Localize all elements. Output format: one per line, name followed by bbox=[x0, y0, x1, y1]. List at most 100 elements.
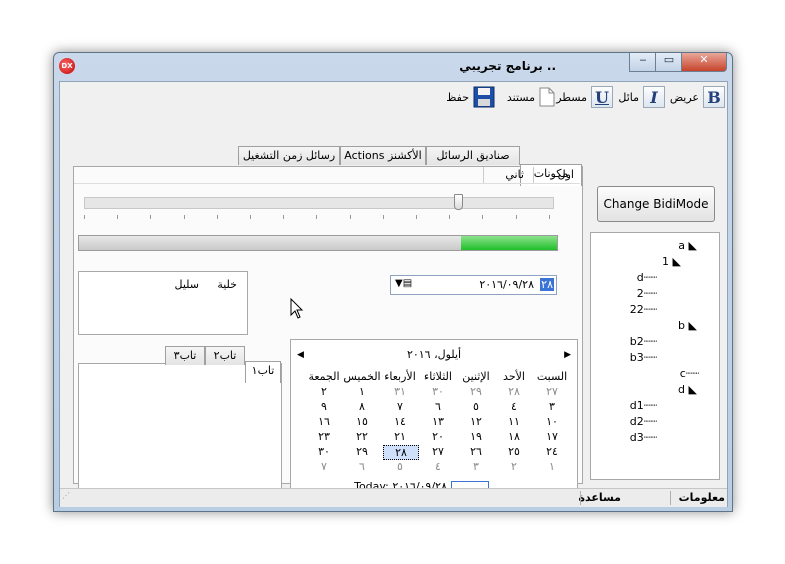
calendar-day[interactable]: ٢٣ bbox=[305, 430, 343, 443]
tab-message-boxes[interactable]: صناديق الرسائل bbox=[426, 146, 520, 165]
tree-item[interactable]: d3┈┈ bbox=[630, 431, 657, 444]
slider-tick bbox=[84, 215, 85, 219]
status-info: معلومات bbox=[678, 491, 725, 504]
italic-button[interactable]: مائل I bbox=[614, 86, 665, 108]
calendar-day[interactable]: ٢٥ bbox=[495, 445, 533, 458]
calendar-day[interactable]: ١٨ bbox=[495, 430, 533, 443]
calendar-day[interactable]: ٢٨ bbox=[383, 445, 419, 460]
slider-tick bbox=[283, 215, 285, 219]
slider-track[interactable] bbox=[84, 197, 554, 209]
bold-icon: B bbox=[703, 86, 725, 108]
calendar-day[interactable]: ٣٠ bbox=[419, 385, 457, 398]
size-grip-icon[interactable]: ⋰ bbox=[62, 491, 70, 500]
slider-tick bbox=[416, 215, 417, 219]
calendar-day[interactable]: ١١ bbox=[495, 415, 533, 428]
inner-tab-3[interactable]: تاب٣ bbox=[165, 346, 205, 365]
progress-fill bbox=[461, 236, 557, 250]
calendar-day[interactable]: ٣١ bbox=[381, 385, 419, 398]
list-box-item[interactable]: سليل bbox=[174, 278, 199, 291]
tree-view[interactable]: a ◣ 1 ◣ d┈┈ 2┈┈ 22┈┈ b ◣ b2┈┈ b3┈┈ c┈┈ d ◣ d1┈┈ d2┈… bbox=[590, 232, 720, 480]
calendar-day[interactable]: ٥ bbox=[457, 400, 495, 413]
document-label: مستند bbox=[506, 90, 535, 104]
calendar-day[interactable]: ١٣ bbox=[419, 415, 457, 428]
slider-tick bbox=[216, 215, 218, 219]
column-header-first[interactable]: اول bbox=[558, 168, 574, 181]
italic-label: مائل bbox=[618, 90, 639, 104]
calendar-day[interactable]: ٢٧ bbox=[419, 445, 457, 458]
calendar-month-title[interactable]: أيلول، ٢٠١٦ bbox=[291, 348, 577, 361]
slider-thumb[interactable] bbox=[454, 194, 463, 210]
tree-item[interactable]: d┈┈ bbox=[637, 271, 657, 284]
calendar-day[interactable]: ٦ bbox=[343, 460, 381, 473]
client-area: عريض B مائل I مسطر U مستند حفظ مكونات صن… bbox=[59, 81, 728, 507]
column-divider bbox=[483, 167, 484, 183]
tree-item[interactable]: b3┈┈ bbox=[630, 351, 657, 364]
calendar-day[interactable]: ٢٦ bbox=[457, 445, 495, 458]
month-calendar[interactable]: ◀ ▶ أيلول، ٢٠١٦ السبت الأحد الإثنين الثلاثا… bbox=[290, 339, 578, 499]
calendar-day[interactable]: ٢٠ bbox=[419, 430, 457, 443]
calendar-day[interactable]: ٤ bbox=[495, 400, 533, 413]
tree-item[interactable]: a ◣ bbox=[678, 239, 697, 252]
calendar-day[interactable]: ١٩ bbox=[457, 430, 495, 443]
calendar-day[interactable]: ١٤ bbox=[381, 415, 419, 428]
change-bidimode-button[interactable]: Change BidiMode bbox=[597, 186, 715, 222]
calendar-day[interactable]: ٣ bbox=[533, 400, 571, 413]
calendar-day[interactable]: ١٠ bbox=[533, 415, 571, 428]
list-box-item[interactable]: خلية bbox=[217, 278, 237, 291]
calendar-day[interactable]: ١ bbox=[343, 385, 381, 398]
calendar-day[interactable]: ١ bbox=[533, 460, 571, 473]
tree-item[interactable]: 2┈┈ bbox=[637, 287, 657, 300]
calendar-day[interactable]: ٩ bbox=[305, 400, 343, 413]
slider-tick bbox=[515, 215, 517, 219]
underline-button[interactable]: مسطر U bbox=[552, 86, 613, 108]
tree-item[interactable]: d1┈┈ bbox=[630, 399, 657, 412]
tree-item[interactable]: 22┈┈ bbox=[630, 303, 657, 316]
calendar-day[interactable]: ٢٤ bbox=[533, 445, 571, 458]
calendar-day[interactable]: ٧ bbox=[305, 460, 343, 473]
calendar-day[interactable]: ٢ bbox=[305, 385, 343, 398]
calendar-day[interactable]: ٥ bbox=[381, 460, 419, 473]
calendar-day[interactable]: ٢٨ bbox=[495, 385, 533, 398]
minimize-button[interactable]: ‒ bbox=[629, 53, 657, 72]
column-divider bbox=[533, 167, 534, 183]
list-box[interactable]: خلية سليل bbox=[78, 271, 248, 335]
calendar-day[interactable]: ٢٢ bbox=[343, 430, 381, 443]
calendar-day[interactable]: ٦ bbox=[419, 400, 457, 413]
close-button[interactable]: ✕ bbox=[681, 53, 727, 72]
calendar-day[interactable]: ٢١ bbox=[381, 430, 419, 443]
calendar-day[interactable]: ١٢ bbox=[457, 415, 495, 428]
tab-actions[interactable]: Actions الأكشنز bbox=[340, 146, 426, 165]
calendar-day[interactable]: ٢٩ bbox=[343, 445, 381, 458]
calendar-day[interactable]: ٢٧ bbox=[533, 385, 571, 398]
underline-icon: U bbox=[591, 86, 613, 108]
tree-item[interactable]: b2┈┈ bbox=[630, 335, 657, 348]
tree-item[interactable]: b ◣ bbox=[678, 319, 697, 332]
tree-item[interactable]: 1 ◣ bbox=[662, 255, 681, 268]
calendar-day[interactable]: ٢ bbox=[495, 460, 533, 473]
bold-button[interactable]: عريض B bbox=[666, 86, 725, 108]
save-button[interactable]: حفظ bbox=[442, 86, 495, 108]
tree-item[interactable]: c┈┈ bbox=[680, 367, 699, 380]
app-icon[interactable]: DX bbox=[59, 58, 75, 74]
calendar-day[interactable]: ٤ bbox=[419, 460, 457, 473]
calendar-day[interactable]: ٨ bbox=[343, 400, 381, 413]
date-picker[interactable]: ٢٨ ٢٠١٦/٠٩/٢٨ ▼▤ bbox=[390, 275, 557, 295]
column-header-second[interactable]: ثاني bbox=[505, 168, 524, 181]
inner-tab-1[interactable]: تاب١ bbox=[245, 361, 281, 383]
slider-tick bbox=[349, 215, 351, 219]
calendar-day[interactable]: ١٥ bbox=[343, 415, 381, 428]
tree-item[interactable]: d2┈┈ bbox=[630, 415, 657, 428]
document-button[interactable]: مستند bbox=[503, 86, 555, 108]
calendar-day[interactable]: ٢٩ bbox=[457, 385, 495, 398]
maximize-button[interactable]: ▭ bbox=[655, 53, 683, 72]
tab-runtime-messages[interactable]: رسائل زمن التشغيل bbox=[238, 146, 340, 165]
calendar-day[interactable]: ٣ bbox=[457, 460, 495, 473]
floppy-disk-icon bbox=[473, 86, 495, 108]
tree-item[interactable]: d ◣ bbox=[678, 383, 697, 396]
calendar-day[interactable]: ١٦ bbox=[305, 415, 343, 428]
dropdown-arrow-icon[interactable]: ▼▤ bbox=[395, 278, 412, 289]
calendar-day[interactable]: ٣٠ bbox=[305, 445, 343, 458]
calendar-day[interactable]: ١٧ bbox=[533, 430, 571, 443]
inner-tab-2[interactable]: تاب٢ bbox=[205, 346, 245, 365]
calendar-day[interactable]: ٧ bbox=[381, 400, 419, 413]
